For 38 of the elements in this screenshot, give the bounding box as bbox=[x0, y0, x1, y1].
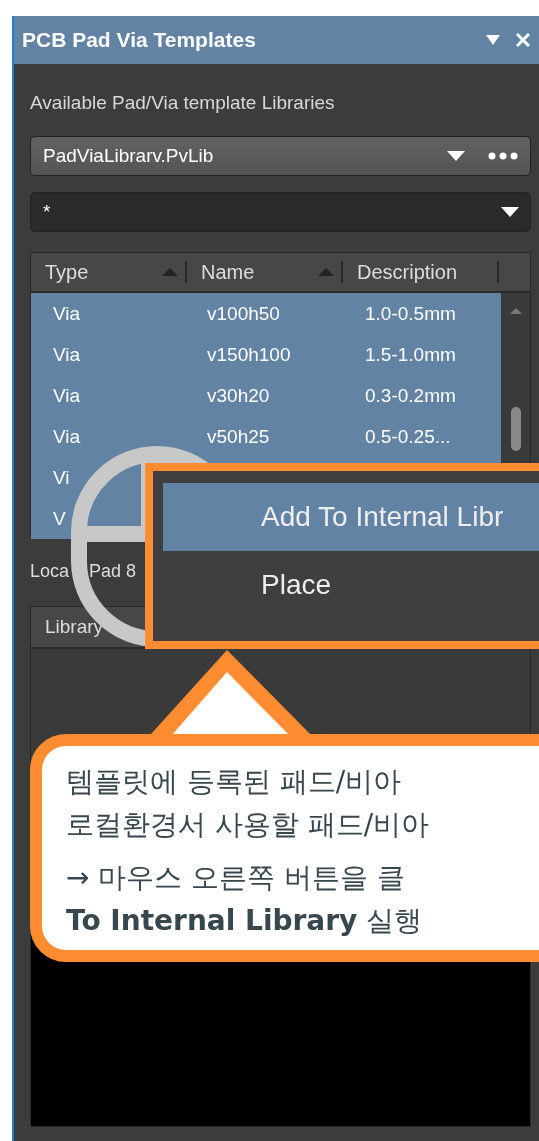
caret-icon bbox=[500, 206, 520, 218]
table-cell-text: 1.5-1.0mm bbox=[364, 343, 457, 366]
close-icon[interactable] bbox=[515, 32, 531, 48]
scroll-thumb[interactable] bbox=[510, 407, 521, 451]
column-header[interactable]: Name bbox=[187, 261, 343, 283]
column-header[interactable]: Library bbox=[31, 616, 104, 638]
table-cell-text: Via bbox=[52, 343, 82, 366]
library-dropdown[interactable]: PadViaLibrarv.PvLib bbox=[30, 136, 531, 176]
dropdown-icon[interactable] bbox=[485, 33, 501, 47]
caret-icon bbox=[446, 150, 466, 162]
table-cell-text: Via bbox=[52, 384, 82, 407]
table-cell-text: Via bbox=[52, 302, 82, 325]
table-row[interactable]: Via v50h25 0.5-0.25... bbox=[31, 416, 501, 457]
column-header[interactable]: Type bbox=[31, 261, 187, 283]
table-row[interactable]: Via v150h100 1.5-1.0mm bbox=[31, 334, 501, 375]
callout-text: 템플릿에 등록된 패드/비아 로컬환경서 사용할 패드/비아 bbox=[66, 764, 431, 843]
table-cell-text: v30h20 bbox=[206, 384, 271, 407]
table-cell-text: v150h100 bbox=[206, 343, 292, 366]
menu-item[interactable]: Place bbox=[163, 551, 539, 619]
column-header[interactable]: Description bbox=[343, 261, 499, 283]
table-cell-text: 0.5-0.25... bbox=[364, 425, 452, 448]
table-cell-text: 1.0-0.5mm bbox=[364, 302, 457, 325]
table-cell-text: v100h50 bbox=[206, 302, 281, 325]
table-cell-text: Via bbox=[52, 425, 82, 448]
section-label: Loca bbox=[30, 561, 70, 582]
section-label: Available Pad/Via template Libraries bbox=[30, 92, 336, 114]
table-row[interactable]: Via v30h20 0.3-0.2mm bbox=[31, 375, 501, 416]
callout-text: → 마우스 오른쪽 버튼을 클 To Internal Library 실행 bbox=[66, 860, 424, 939]
scroll-up-icon[interactable] bbox=[508, 307, 523, 315]
more-icon[interactable] bbox=[488, 152, 518, 160]
filter-dropdown[interactable]: * bbox=[30, 192, 531, 232]
table-row[interactable]: Via v100h50 1.0-0.5mm bbox=[31, 293, 501, 334]
table-cell-text: v50h25 bbox=[206, 425, 271, 448]
section-label: Pad 8 bbox=[89, 561, 137, 582]
table-cell-text: V bbox=[52, 507, 67, 530]
window-title: PCB Pad Via Templates bbox=[22, 28, 256, 52]
table-cell-text: 0.3-0.2mm bbox=[364, 384, 457, 407]
table-cell-text: Vi bbox=[52, 466, 71, 489]
